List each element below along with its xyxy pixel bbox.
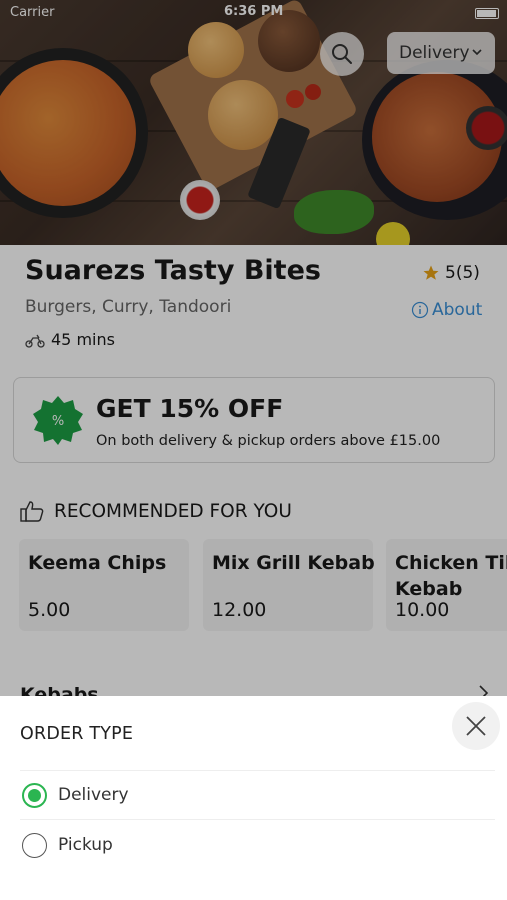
radio-pickup[interactable] — [22, 832, 47, 858]
close-button[interactable] — [452, 702, 500, 750]
option-label: Delivery — [58, 785, 129, 805]
divider — [20, 819, 495, 820]
modal-backdrop[interactable] — [0, 0, 507, 696]
option-label: Pickup — [58, 835, 113, 855]
order-option-pickup[interactable]: Pickup — [22, 825, 492, 865]
app-screen: Carrier 6:36 PM Delivery Suarezs Tasty B… — [0, 0, 507, 900]
order-type-sheet: ORDER TYPE Delivery Pickup — [0, 696, 507, 900]
divider — [20, 770, 495, 771]
order-type-title: ORDER TYPE — [20, 724, 134, 744]
close-icon — [466, 716, 486, 736]
order-option-delivery[interactable]: Delivery — [22, 775, 492, 815]
radio-delivery[interactable] — [22, 782, 47, 808]
